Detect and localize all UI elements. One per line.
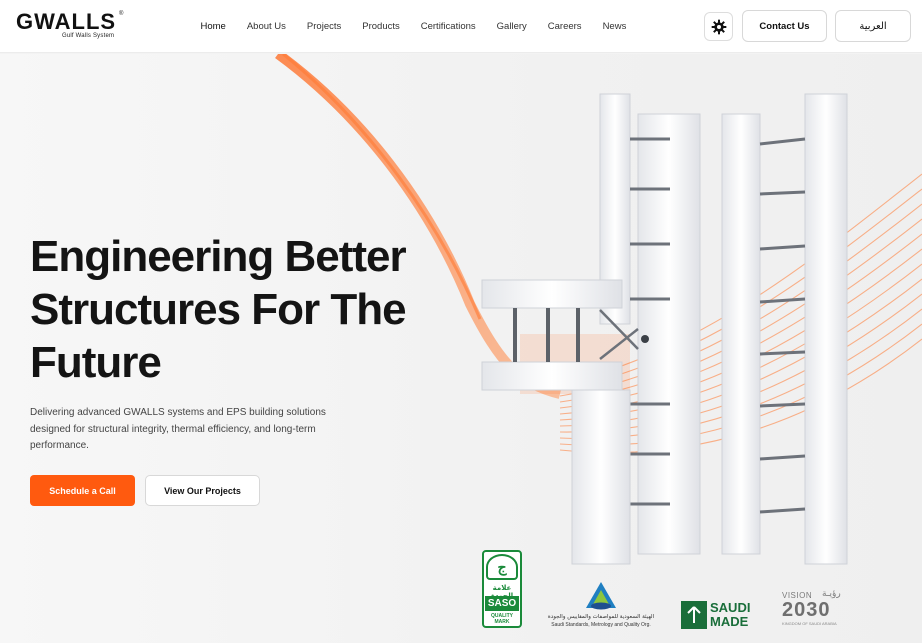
nav-products[interactable]: Products (352, 21, 411, 32)
logo-wordmark: GWALLS (16, 9, 117, 34)
hero-subtext: Delivering advanced GWALLS systems and E… (30, 407, 326, 451)
nav-home[interactable]: Home (190, 21, 236, 32)
saudi-made-logo: SAUDI MADE (681, 601, 763, 631)
site-header: GWALLS ® Gulf Walls System Home About Us… (0, 0, 922, 53)
nav-careers[interactable]: Careers (537, 21, 592, 32)
saso-organization-logo: الهيئة السعودية للمواصفات والمقاييس والج… (540, 580, 662, 630)
quality-mark-caption: QUALITY MARK (491, 613, 513, 625)
nav-gallery[interactable]: Gallery (486, 21, 537, 32)
logo-subtitle: Gulf Walls System (62, 33, 115, 39)
nav-news[interactable]: News (592, 21, 637, 32)
vision-arabic: رؤيـة (822, 589, 841, 599)
quality-mark-name: SASO (485, 596, 519, 611)
nav-certifications[interactable]: Certifications (410, 21, 486, 32)
logo-registered-mark: ® (119, 11, 124, 17)
view-projects-button[interactable]: View Our Projects (145, 475, 260, 506)
hero-headline: Engineering Better Structures For The Fu… (30, 232, 407, 387)
nav-projects[interactable]: Projects (296, 21, 351, 32)
vision-caption: KINGDOM OF SAUDI ARABIA (782, 621, 837, 626)
contact-us-button[interactable]: Contact Us (742, 10, 827, 42)
theme-toggle-button[interactable] (704, 12, 733, 41)
quality-mark-symbol: ج (486, 554, 518, 580)
schedule-call-button[interactable]: Schedule a Call (30, 475, 135, 506)
nav-about-us[interactable]: About Us (236, 21, 296, 32)
eps-wall-panel-illustration (481, 93, 848, 565)
saso-org-english: Saudi Standards, Metrology and Quality O… (551, 622, 651, 628)
vision-year: 2030 (782, 599, 831, 621)
gwalls-logo[interactable]: GWALLS ® Gulf Walls System (16, 11, 126, 43)
saso-org-arabic: الهيئة السعودية للمواصفات والمقاييس والج… (547, 614, 655, 620)
main-nav: Home About Us Projects Products Certific… (190, 0, 637, 53)
saudi-made-line1: SAUDI (710, 600, 751, 615)
saso-emblem-icon (586, 582, 616, 610)
saso-quality-mark-logo: ج علامة الجودة SASO QUALITY MARK (482, 550, 522, 628)
hero-section: Engineering Better Structures For The Fu… (0, 54, 922, 643)
gear-icon (711, 19, 726, 34)
palm-tree-icon (681, 601, 707, 629)
vision-2030-logo: VISION رؤيـة 2030 KINGDOM OF SAUDI ARABI… (782, 589, 850, 633)
language-switch-button[interactable]: العربية (835, 10, 911, 42)
saudi-made-line2: MADE (710, 614, 749, 629)
